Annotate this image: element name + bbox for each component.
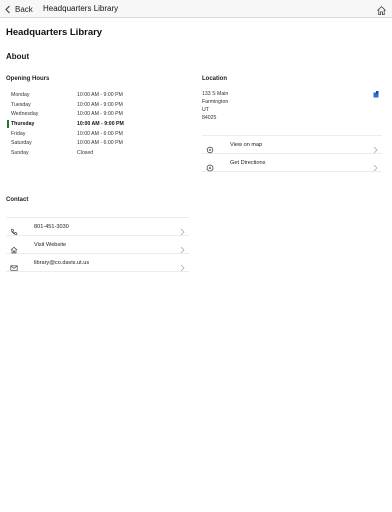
chevron-right-icon — [373, 159, 378, 172]
location-heading: Location — [202, 76, 227, 82]
back-label: Back — [15, 4, 33, 14]
back-button[interactable]: Back — [4, 3, 33, 15]
day-label: Saturday — [11, 140, 32, 147]
phone-icon — [10, 223, 18, 235]
hours-table: Monday 10:00 AM - 9:00 PM Tuesday 10:00 … — [6, 90, 156, 158]
hours-row-monday: Monday 10:00 AM - 9:00 PM — [6, 90, 156, 100]
phone-number: 801-451-3030 — [34, 224, 69, 230]
visit-website-label: Visit Website — [34, 242, 67, 248]
address-zip: 84025 — [202, 115, 217, 121]
hours-value: Closed — [77, 150, 94, 157]
day-label: Friday — [11, 130, 26, 137]
chevron-right-icon — [180, 223, 185, 236]
address: 133 S Main Farmington UT 84025 — [202, 90, 228, 122]
map-pin-icon[interactable] — [373, 91, 379, 98]
day-label: Thursday — [11, 121, 35, 128]
hours-value: 10:00 AM - 9:00 PM — [77, 121, 124, 128]
get-directions-button[interactable]: Get Directions — [202, 154, 382, 172]
hours-value: 10:00 AM - 6:00 PM — [77, 130, 123, 137]
hours-row-tuesday: Tuesday 10:00 AM - 9:00 PM — [6, 100, 156, 110]
day-label: Wednesday — [11, 111, 39, 118]
view-on-map-button[interactable]: View on map — [202, 136, 382, 154]
day-label: Monday — [11, 92, 30, 98]
hours-value: 10:00 AM - 9:00 PM — [77, 111, 123, 118]
chevron-left-icon — [5, 5, 10, 13]
page-title: Headquarters Library — [6, 27, 103, 38]
chevron-right-icon — [180, 241, 185, 254]
view-on-map-label: View on map — [230, 142, 263, 148]
address-city: Farmington — [202, 99, 229, 105]
address-state: UT — [202, 107, 209, 113]
hours-row-friday: Friday 10:00 AM - 6:00 PM — [6, 129, 156, 139]
opening-hours-heading: Opening Hours — [6, 76, 50, 82]
hours-row-sunday: Sunday Closed — [6, 148, 156, 158]
hours-row-thursday-today: Thursday 10:00 AM - 9:00 PM — [6, 119, 156, 129]
day-label: Sunday — [11, 150, 29, 157]
directions-icon — [206, 159, 214, 172]
hours-row-saturday: Saturday 10:00 AM - 6:00 PM — [6, 138, 156, 148]
chevron-right-icon — [373, 141, 378, 154]
map-icon — [206, 141, 214, 154]
contact-heading: Contact — [6, 197, 29, 203]
visit-website-button[interactable]: Visit Website — [6, 236, 189, 254]
chevron-right-icon — [180, 259, 185, 272]
hours-value: 10:00 AM - 9:00 PM — [77, 101, 123, 108]
mail-icon — [10, 259, 18, 271]
email-address: library@co.davis.ut.us — [34, 260, 90, 266]
hours-value: 10:00 AM - 6:00 PM — [77, 140, 123, 147]
home-icon — [377, 6, 386, 16]
location-actions: View on map Get Directions — [202, 135, 382, 172]
contact-list: 801-451-3030 Visit Website library@co.da… — [6, 217, 189, 272]
hours-row-wednesday: Wednesday 10:00 AM - 9:00 PM — [6, 109, 156, 119]
navigation-bar: Back Headquarters Library — [0, 0, 392, 18]
get-directions-label: Get Directions — [230, 160, 266, 166]
address-street: 133 S Main — [202, 91, 229, 97]
nav-title: Headquarters Library — [43, 4, 119, 13]
home-icon — [10, 241, 18, 254]
day-label: Tuesday — [11, 101, 31, 108]
email-button[interactable]: library@co.davis.ut.us — [6, 254, 189, 272]
about-heading: About — [6, 52, 30, 61]
phone-button[interactable]: 801-451-3030 — [6, 218, 189, 236]
hours-value: 10:00 AM - 9:00 PM — [77, 92, 123, 98]
home-button[interactable] — [376, 3, 387, 16]
